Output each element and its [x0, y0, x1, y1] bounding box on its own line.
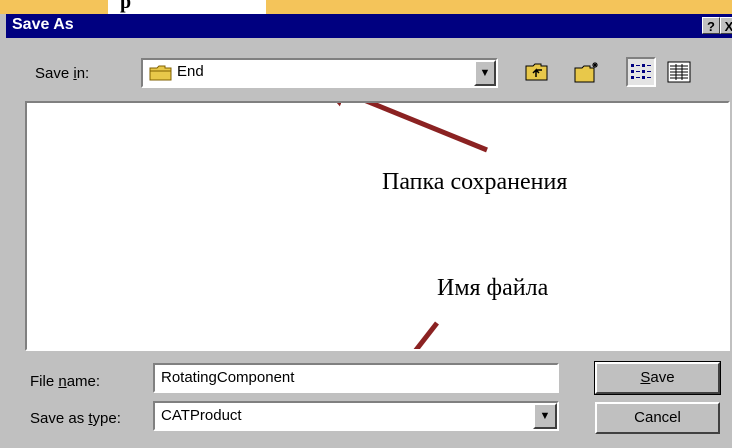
chevron-down-icon: ▼	[479, 67, 491, 79]
up-one-level-button[interactable]	[522, 57, 552, 87]
details-view-button[interactable]	[664, 57, 694, 87]
save-in-value: End	[177, 63, 204, 80]
save-button[interactable]: Save	[594, 361, 721, 395]
new-folder-icon	[574, 62, 598, 83]
file-name-value: RotatingComponent	[161, 369, 295, 386]
save-in-dropdown-button[interactable]: ▼	[474, 60, 496, 86]
folder-icon	[149, 65, 173, 86]
filename-annotation: Имя файла	[437, 275, 549, 301]
up-one-level-icon	[525, 63, 548, 81]
new-folder-button[interactable]	[572, 57, 602, 87]
file-name-input[interactable]: RotatingComponent	[153, 363, 559, 393]
filename-annotation-arrow	[413, 321, 439, 349]
list-view-button[interactable]	[626, 57, 656, 87]
slide-header-fragment: p	[108, 0, 266, 14]
save-in-label: Save in:	[35, 65, 90, 82]
help-button[interactable]: ?	[702, 17, 720, 34]
save-in-combo[interactable]: End ▼	[141, 58, 498, 88]
cancel-button[interactable]: Cancel	[595, 402, 720, 434]
save-as-type-value: CATProduct	[161, 407, 242, 424]
file-name-label: File name:	[30, 373, 101, 390]
chevron-down-icon: ▼	[539, 410, 551, 422]
folder-annotation-arrow	[317, 103, 488, 153]
details-view-icon	[667, 61, 691, 83]
save-as-dialog: Save As ? X Save in: End ▼ Папка сохране…	[0, 14, 732, 448]
close-button[interactable]: X	[720, 17, 732, 34]
save-as-type-label: Save as type:	[30, 410, 121, 427]
save-as-type-dropdown-button[interactable]: ▼	[533, 403, 557, 429]
header-fragment-text: p	[120, 0, 132, 13]
folder-annotation: Папка сохранения	[382, 169, 568, 195]
list-view-icon	[631, 64, 651, 79]
annotation-arrows	[317, 103, 488, 349]
file-list-pane[interactable]: Папка сохранения Имя файла	[25, 101, 730, 351]
title-bar[interactable]: Save As ? X	[6, 14, 732, 38]
save-as-type-combo[interactable]: CATProduct ▼	[153, 401, 559, 431]
window-title: Save As	[12, 16, 74, 33]
